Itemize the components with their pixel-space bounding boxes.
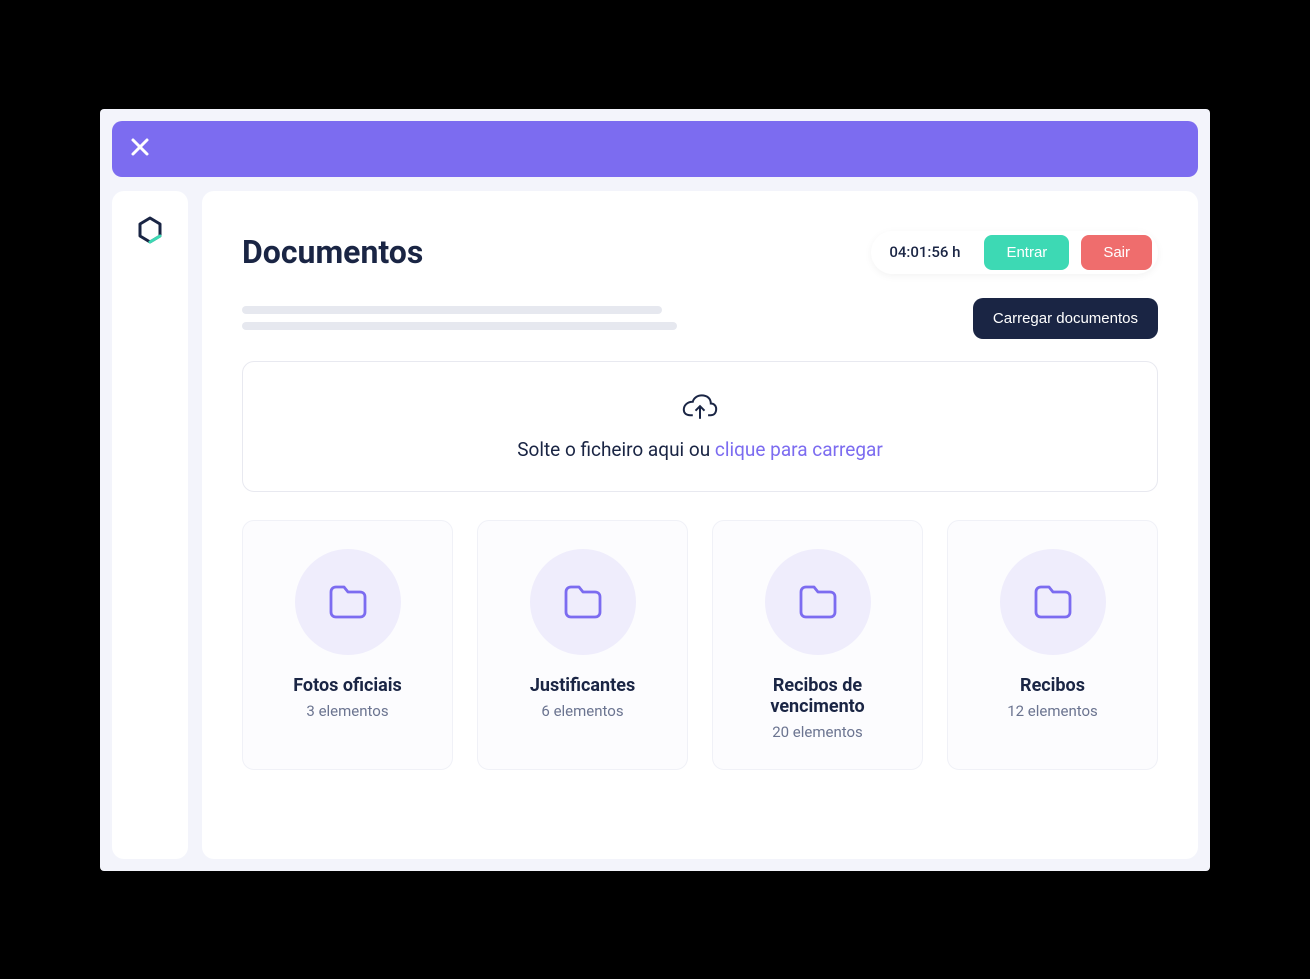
folder-title: Justificantes	[498, 675, 667, 696]
skeleton-placeholder	[242, 306, 677, 330]
enter-button[interactable]: Entrar	[984, 235, 1069, 270]
subtitle-row: Carregar documentos	[242, 298, 1158, 339]
skeleton-line	[242, 306, 662, 314]
sidebar	[112, 191, 188, 859]
folder-title: Recibos de vencimento	[733, 675, 902, 717]
cloud-upload-icon	[682, 392, 718, 424]
dropzone-text-static: Solte o ficheiro aqui ou	[517, 438, 715, 461]
skeleton-line	[242, 322, 677, 330]
folder-icon	[798, 584, 838, 620]
logo[interactable]	[135, 215, 165, 245]
folder-card-recibos[interactable]: Recibos 12 elementos	[947, 520, 1158, 770]
folder-icon-circle	[765, 549, 871, 655]
folder-icon-circle	[530, 549, 636, 655]
folder-card-justificantes[interactable]: Justificantes 6 elementos	[477, 520, 688, 770]
folder-card-fotos-oficiais[interactable]: Fotos oficiais 3 elementos	[242, 520, 453, 770]
app-container: Documentos 04:01:56 h Entrar Sair Carreg…	[100, 109, 1210, 871]
dropzone-link[interactable]: clique para carregar	[715, 438, 883, 461]
exit-button[interactable]: Sair	[1081, 235, 1152, 270]
folders-grid: Fotos oficiais 3 elementos Justificantes…	[242, 520, 1158, 770]
dropzone-text: Solte o ficheiro aqui ou clique para car…	[273, 438, 1127, 461]
folder-count: 12 elementos	[968, 702, 1137, 720]
page-title: Documentos	[242, 233, 423, 271]
folder-title: Fotos oficiais	[263, 675, 432, 696]
header-actions: 04:01:56 h Entrar Sair	[871, 231, 1158, 274]
timer: 04:01:56 h	[877, 243, 972, 261]
folder-icon	[328, 584, 368, 620]
folder-icon-circle	[295, 549, 401, 655]
folder-count: 6 elementos	[498, 702, 667, 720]
header-row: Documentos 04:01:56 h Entrar Sair	[242, 231, 1158, 274]
logo-icon	[135, 215, 165, 245]
folder-count: 20 elementos	[733, 723, 902, 741]
content-wrapper: Documentos 04:01:56 h Entrar Sair Carreg…	[112, 191, 1198, 859]
dropzone[interactable]: Solte o ficheiro aqui ou clique para car…	[242, 361, 1158, 492]
upload-documents-button[interactable]: Carregar documentos	[973, 298, 1158, 339]
folder-icon-circle	[1000, 549, 1106, 655]
folder-card-recibos-vencimento[interactable]: Recibos de vencimento 20 elementos	[712, 520, 923, 770]
folder-count: 3 elementos	[263, 702, 432, 720]
folder-icon	[1033, 584, 1073, 620]
close-icon	[130, 137, 150, 157]
main-panel: Documentos 04:01:56 h Entrar Sair Carreg…	[202, 191, 1198, 859]
folder-title: Recibos	[968, 675, 1137, 696]
folder-icon	[563, 584, 603, 620]
top-bar	[112, 121, 1198, 177]
close-button[interactable]	[130, 135, 150, 163]
